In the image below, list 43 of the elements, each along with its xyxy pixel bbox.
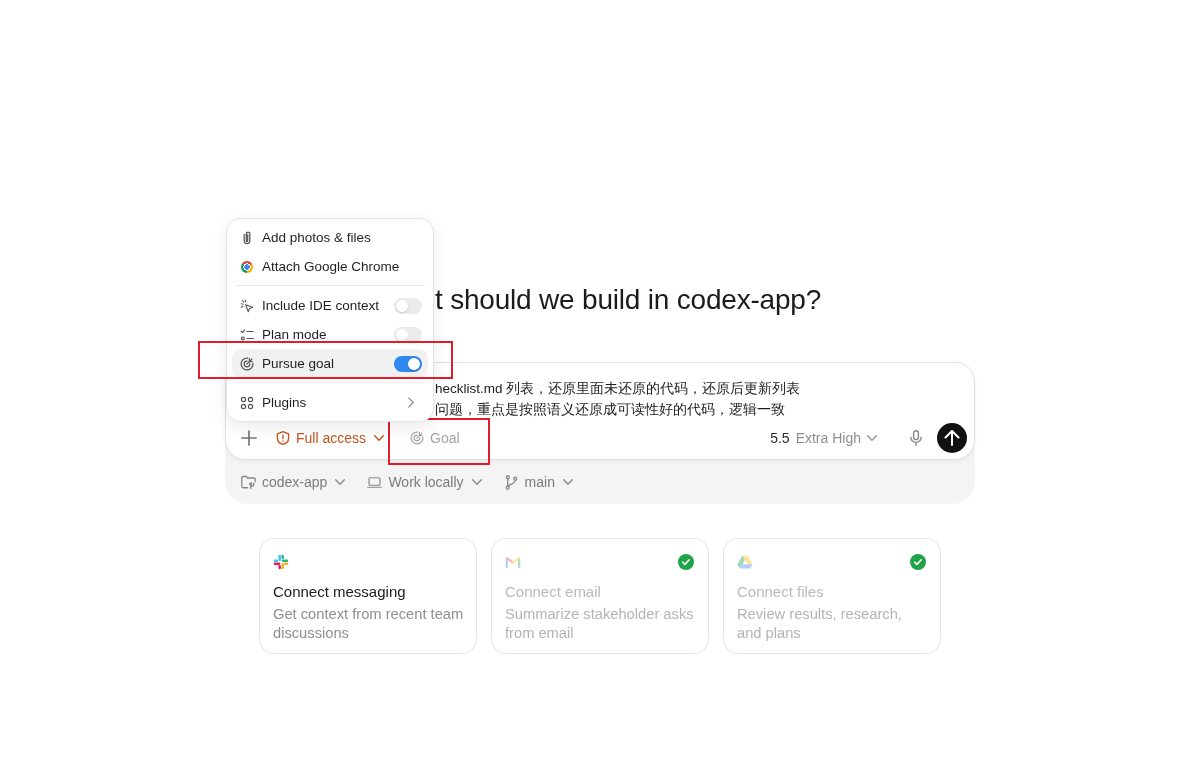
slack-logo-icon — [273, 553, 289, 570]
model-selector[interactable]: 5.5 Extra High — [764, 425, 883, 451]
menu-item[interactable]: Plan mode — [232, 320, 428, 349]
page-heading: t should we build in codex-app? — [435, 283, 822, 317]
toggle-switch[interactable] — [394, 355, 422, 372]
chevron-down-icon — [867, 435, 877, 441]
cursor-click-icon — [240, 298, 254, 313]
card-description: Summarize stakeholder asks from email — [505, 605, 695, 642]
card-description: Review results, research, and plans — [737, 605, 903, 642]
chevron-down-icon — [374, 435, 385, 441]
send-button[interactable] — [937, 423, 967, 453]
arrow-up-icon — [944, 430, 960, 446]
shield-alert-icon — [276, 431, 290, 445]
context-dropdown[interactable]: main — [497, 469, 579, 495]
menu-item[interactable]: Include IDE context — [232, 291, 428, 320]
git-branch-icon — [503, 474, 519, 490]
toggle-switch[interactable] — [394, 297, 422, 314]
context-dropdown[interactable]: codex-app — [235, 469, 352, 495]
microphone-icon — [908, 430, 924, 446]
chrome-logo-icon — [241, 260, 253, 273]
chevron-down-icon — [335, 479, 346, 485]
chevron-down-icon — [471, 479, 482, 485]
menu-item[interactable]: Attach Google Chrome — [232, 252, 428, 281]
menu-item[interactable]: Add photos & files — [232, 223, 428, 252]
connector-card[interactable]: Connect messaging Get context from recent team discussions — [259, 538, 477, 654]
card-title: Connect email — [505, 582, 602, 602]
folder-icon — [241, 474, 256, 490]
access-dropdown[interactable]: Full access — [270, 425, 391, 451]
card-description: Get context from recent team discussions — [273, 605, 464, 642]
plugins-grid-icon — [240, 395, 254, 410]
context-dropdown[interactable]: Work locally — [361, 469, 488, 495]
card-title: Connect messaging — [273, 582, 407, 602]
chevron-down-icon — [562, 479, 573, 485]
drive-logo-icon — [737, 553, 753, 570]
checklist-icon — [240, 327, 254, 342]
card-title: Connect files — [737, 582, 825, 602]
goal-target-icon — [410, 431, 425, 445]
plus-icon — [241, 430, 257, 446]
laptop-icon — [367, 474, 383, 490]
toggle-switch[interactable] — [394, 326, 422, 343]
menu-item[interactable]: Plugins — [232, 388, 428, 417]
goal-target-icon — [240, 356, 254, 371]
chevron-right-icon — [408, 397, 414, 408]
